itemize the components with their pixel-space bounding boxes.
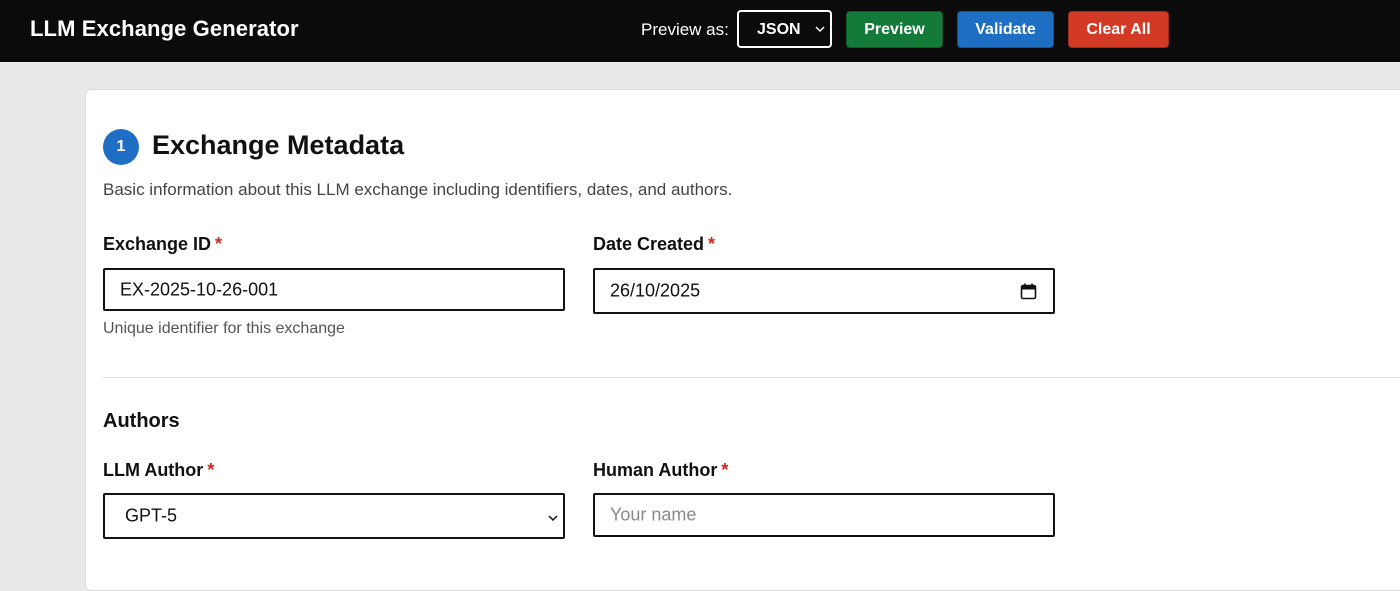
preview-format-value: JSON: [757, 21, 801, 38]
chevron-down-icon: [815, 26, 825, 33]
exchange-id-label: Exchange ID *: [103, 234, 222, 255]
human-author-placeholder: Your name: [610, 504, 697, 525]
human-author-label: Human Author *: [593, 460, 728, 481]
llm-author-value: GPT-5: [125, 505, 178, 526]
llm-author-label-text: LLM Author: [103, 460, 204, 480]
step-number-badge: 1: [103, 129, 139, 165]
exchange-id-input[interactable]: EX-2025-10-26-001: [103, 268, 565, 311]
preview-format-select[interactable]: JSON: [737, 10, 832, 48]
llm-author-label: LLM Author *: [103, 460, 214, 481]
calendar-icon[interactable]: [1020, 283, 1037, 300]
date-created-input[interactable]: 26/10/2025: [593, 268, 1055, 314]
section-divider: [103, 377, 1400, 378]
date-created-label: Date Created *: [593, 234, 715, 255]
llm-author-select[interactable]: GPT-5: [103, 493, 565, 539]
human-author-input[interactable]: Your name: [593, 493, 1055, 537]
date-created-label-text: Date Created: [593, 234, 705, 254]
required-mark: *: [721, 460, 729, 480]
authors-subsection-title: Authors: [103, 410, 180, 432]
date-created-value: 26/10/2025: [610, 280, 701, 301]
required-mark: *: [207, 460, 215, 480]
preview-button[interactable]: Preview: [846, 11, 943, 48]
preview-as-label: Preview as:: [641, 20, 729, 39]
clear-all-button[interactable]: Clear All: [1068, 11, 1169, 48]
required-mark: *: [215, 234, 223, 254]
human-author-label-text: Human Author: [593, 460, 718, 480]
required-mark: *: [708, 234, 716, 254]
exchange-id-help: Unique identifier for this exchange: [103, 320, 345, 337]
validate-button[interactable]: Validate: [957, 11, 1054, 48]
app-title: LLM Exchange Generator: [30, 16, 299, 41]
exchange-id-value: EX-2025-10-26-001: [120, 279, 279, 299]
top-bar: LLM Exchange Generator Preview as: JSON …: [0, 0, 1400, 62]
section-title: Exchange Metadata: [152, 130, 405, 160]
section-description: Basic information about this LLM exchang…: [103, 180, 733, 199]
chevron-down-icon: [548, 515, 558, 522]
exchange-id-label-text: Exchange ID: [103, 234, 212, 254]
